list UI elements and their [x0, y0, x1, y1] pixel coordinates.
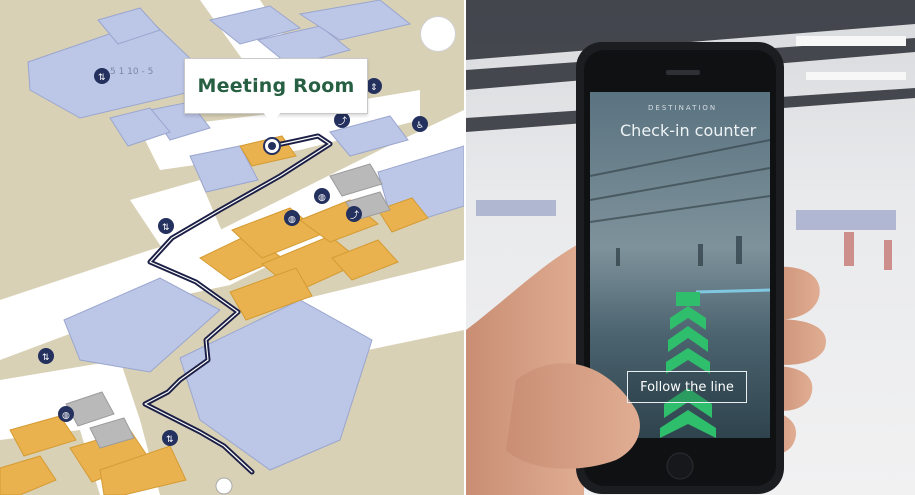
destination-marker-dot [268, 142, 276, 150]
svg-text:⇅: ⇅ [98, 73, 106, 83]
destination-header: DESTINATION [648, 104, 718, 112]
indoor-map-panel[interactable]: ⇅ ⇕ ⤴ ♿ ◍ ◍ ⇅ ⤴ ⇅ ◍ ⇅ 5 1 10 - 5 Meeting… [0, 0, 464, 495]
home-button [666, 452, 694, 480]
meeting-room-callout[interactable]: Meeting Room [184, 58, 368, 114]
svg-text:⤴: ⤴ [338, 115, 347, 127]
stairs-icon: ⤴ [334, 112, 350, 128]
room-code-label: 5 1 10 - 5 [110, 67, 154, 77]
svg-text:◍: ◍ [288, 215, 296, 225]
svg-text:⇕: ⇕ [370, 83, 378, 93]
svg-text:◍: ◍ [62, 411, 70, 421]
ar-scene [466, 0, 915, 495]
origin-point[interactable] [215, 477, 233, 495]
escalator-icon: ⇅ [158, 218, 174, 234]
restroom-icon: ♿ [412, 116, 428, 132]
restroom-icon: ◍ [58, 406, 74, 422]
svg-text:⤴: ⤴ [350, 209, 359, 221]
escalator-icon: ⇅ [162, 430, 178, 446]
svg-text:⇅: ⇅ [166, 435, 174, 445]
svg-text:◍: ◍ [318, 193, 326, 203]
stairs-icon: ⤴ [346, 206, 362, 222]
restroom-icon: ◍ [284, 210, 300, 226]
ar-navigation-photo [466, 0, 915, 495]
svg-text:⇅: ⇅ [42, 353, 50, 363]
destination-title: Check-in counter [620, 121, 757, 140]
svg-text:⇅: ⇅ [162, 223, 170, 233]
phone-speaker [666, 70, 700, 75]
callout-pointer [262, 111, 282, 123]
escalator-icon: ⇅ [94, 68, 110, 84]
follow-the-line-button[interactable]: Follow the line [627, 371, 747, 403]
compass-button[interactable] [420, 16, 456, 52]
elevator-icon: ⇕ [366, 78, 382, 94]
ar-guide-line-horizontal [695, 288, 771, 294]
restroom-icon: ◍ [314, 188, 330, 204]
svg-text:♿: ♿ [416, 121, 424, 131]
escalator-icon: ⇅ [38, 348, 54, 364]
